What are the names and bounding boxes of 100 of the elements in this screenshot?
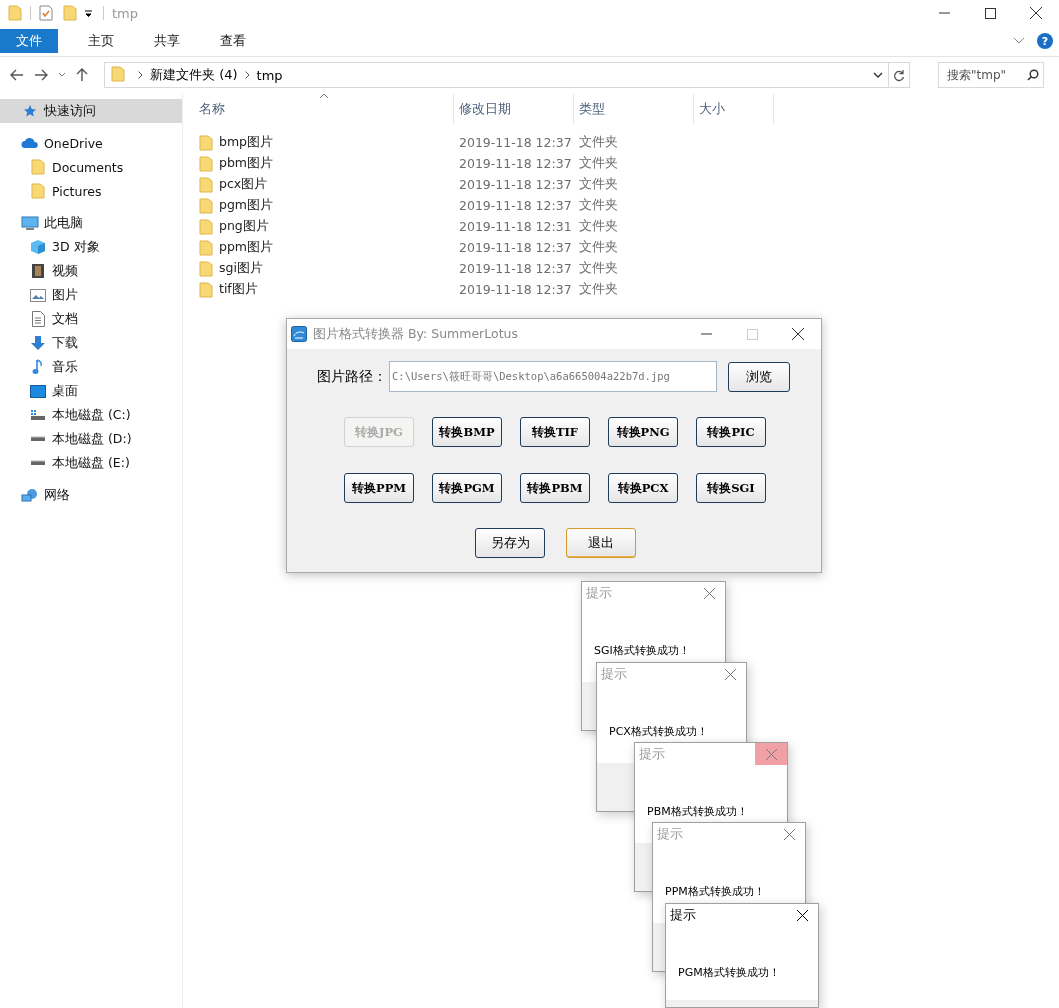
dropdown-caret-icon[interactable] xyxy=(873,71,883,79)
folder-icon xyxy=(199,218,213,235)
file-type: 文件夹 xyxy=(578,281,619,298)
file-name[interactable]: pcx图片 xyxy=(199,176,454,193)
file-type: 文件夹 xyxy=(578,134,619,151)
column-header[interactable]: 名称 xyxy=(199,94,454,124)
download-arrow-icon xyxy=(30,335,46,351)
file-name[interactable]: bmp图片 xyxy=(199,134,454,151)
exit-button[interactable]: 退出 xyxy=(566,528,636,558)
ribbon-tab[interactable]: 共享 xyxy=(138,29,196,53)
folder-icon xyxy=(199,260,213,277)
modified-date: 2019-11-18 12:37 xyxy=(458,198,573,213)
nav-item[interactable]: 本地磁盘 (C:) xyxy=(0,403,182,427)
ribbon-tab[interactable]: 主页 xyxy=(72,29,130,53)
back-arrow-icon[interactable] xyxy=(10,69,24,81)
up-arrow-icon[interactable] xyxy=(76,68,88,82)
dialog-title: 提示 xyxy=(586,584,612,602)
chevron-down-icon[interactable] xyxy=(1013,37,1025,45)
nav-item[interactable]: 此电脑 xyxy=(0,211,182,235)
cloud-icon xyxy=(21,137,39,149)
convert-button[interactable]: 转换PBM xyxy=(520,473,590,503)
modified-date: 2019-11-18 12:37 xyxy=(458,240,573,255)
column-header[interactable]: 类型 xyxy=(574,94,694,124)
modified-date: 2019-11-18 12:37 xyxy=(458,177,573,192)
convert-button[interactable]: 转换PCX xyxy=(608,473,678,503)
dialog-message: SGI格式转换成功！ xyxy=(594,643,691,658)
chevron-right-icon xyxy=(244,71,250,79)
recent-caret-icon[interactable] xyxy=(58,72,66,78)
star-icon xyxy=(23,104,37,118)
modified-date: 2019-11-18 12:37 xyxy=(458,282,573,297)
breadcrumb[interactable]: tmp xyxy=(256,67,283,83)
file-menu-tab[interactable]: 文件 xyxy=(0,29,58,53)
drive-icon xyxy=(30,409,46,421)
nav-item[interactable]: 图片 xyxy=(0,283,182,307)
convert-button[interactable]: 转换PPM xyxy=(344,473,414,503)
chevron-right-icon xyxy=(138,71,143,79)
file-name[interactable]: pgm图片 xyxy=(199,197,454,214)
modified-date: 2019-11-18 12:31 xyxy=(458,219,573,234)
file-name[interactable]: tif图片 xyxy=(199,281,454,298)
browse-button[interactable]: 浏览 xyxy=(728,361,790,392)
help-button[interactable]: ? xyxy=(1037,33,1053,49)
minimize-button[interactable] xyxy=(938,12,950,14)
nav-item[interactable]: 视频 xyxy=(0,259,182,283)
folder-icon xyxy=(199,176,213,193)
column-header[interactable]: 大小 xyxy=(694,94,774,124)
convert-button[interactable]: 转换BMP xyxy=(432,417,502,447)
close-button[interactable] xyxy=(792,328,804,340)
nav-item[interactable]: 本地磁盘 (E:) xyxy=(0,451,182,475)
folder-icon xyxy=(31,183,45,199)
file-name[interactable]: sgi图片 xyxy=(199,260,454,277)
save-as-button[interactable]: 另存为 xyxy=(475,528,545,558)
folder-icon xyxy=(63,5,77,21)
search-field[interactable]: 搜索"tmp" xyxy=(938,62,1044,88)
caret-icon[interactable] xyxy=(83,8,95,18)
nav-item[interactable]: Pictures xyxy=(0,179,182,203)
properties-icon[interactable] xyxy=(39,5,53,21)
nav-item[interactable]: 网络 xyxy=(0,483,182,507)
file-name[interactable]: png图片 xyxy=(199,218,454,235)
folder-icon xyxy=(199,281,213,298)
nav-item[interactable]: 文档 xyxy=(0,307,182,331)
music-note-icon xyxy=(32,359,44,375)
forward-arrow-icon[interactable] xyxy=(34,69,48,81)
drive-icon xyxy=(30,436,46,442)
close-icon xyxy=(765,748,777,760)
breadcrumb[interactable]: 新建文件夹 (4) xyxy=(150,66,238,84)
nav-item[interactable]: 3D 对象 xyxy=(0,235,182,259)
nav-item[interactable]: 本地磁盘 (D:) xyxy=(0,427,182,451)
close-button[interactable] xyxy=(1030,7,1042,19)
minimize-button[interactable] xyxy=(700,333,712,335)
address-bar[interactable]: 新建文件夹 (4) tmp xyxy=(104,62,910,88)
convert-button[interactable]: 转换TIF xyxy=(520,417,590,447)
close-icon xyxy=(724,668,736,680)
maximize-button[interactable] xyxy=(984,7,996,19)
dialog-title: 提示 xyxy=(657,825,683,843)
folder-icon xyxy=(111,65,125,82)
close-icon xyxy=(796,909,808,921)
nav-item[interactable]: 桌面 xyxy=(0,379,182,403)
folder-icon xyxy=(199,134,213,151)
convert-button[interactable]: 转换PNG xyxy=(608,417,678,447)
folder-icon xyxy=(199,197,213,214)
convert-button[interactable]: 转换SGI xyxy=(696,473,766,503)
file-name[interactable]: pbm图片 xyxy=(199,155,454,172)
convert-button[interactable]: 转换PGM xyxy=(432,473,502,503)
file-type: 文件夹 xyxy=(578,197,619,214)
dialog-title: 提示 xyxy=(639,745,665,763)
folder-icon xyxy=(8,5,22,21)
ribbon-tab[interactable]: 查看 xyxy=(204,29,262,53)
convert-button[interactable]: 转换PIC xyxy=(696,417,766,447)
column-header[interactable]: 修改日期 xyxy=(454,94,574,124)
modified-date: 2019-11-18 12:37 xyxy=(458,156,573,171)
nav-item[interactable]: 下载 xyxy=(0,331,182,355)
file-name[interactable]: ppm图片 xyxy=(199,239,454,256)
cube-icon xyxy=(30,239,46,255)
refresh-icon xyxy=(893,68,905,82)
nav-item[interactable]: Documents xyxy=(0,155,182,179)
nav-item[interactable]: 音乐 xyxy=(0,355,182,379)
nav-item[interactable]: 快速访问 xyxy=(0,99,182,123)
nav-item[interactable]: OneDrive xyxy=(0,131,182,155)
path-field[interactable]: C:\Users\筱旺哥哥\Desktop\a6a665004a22b7d.jpg xyxy=(389,361,717,392)
search-icon xyxy=(1027,69,1039,81)
